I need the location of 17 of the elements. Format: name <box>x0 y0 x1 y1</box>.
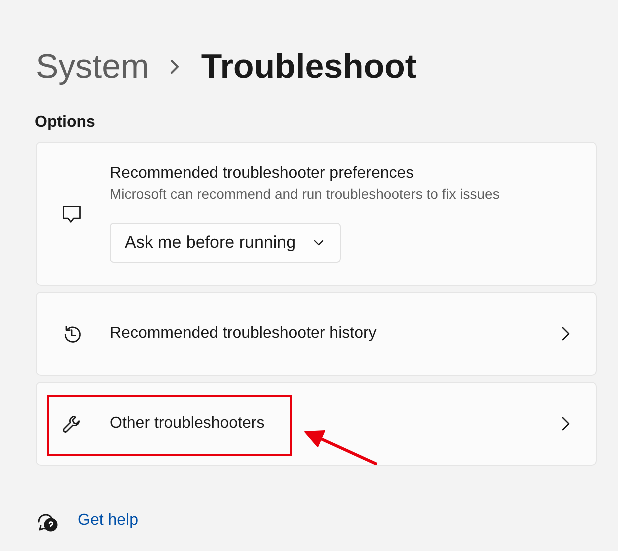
chevron-icon <box>562 417 570 431</box>
breadcrumb-item[interactable]: System <box>36 48 150 86</box>
wrench-icon <box>61 413 83 435</box>
help-link[interactable]: Get help <box>78 512 138 530</box>
caret-icon <box>314 240 324 246</box>
chevron-icon <box>169 60 182 74</box>
row-description: Microsoft can recommend and run troubleshooters to fix issues <box>110 186 500 202</box>
chevron-icon <box>562 327 570 341</box>
chat-bubble-icon <box>61 203 83 225</box>
section-heading: Options <box>35 114 96 132</box>
settings-row[interactable]: Recommended troubleshooter history <box>36 292 597 376</box>
dropdown[interactable]: Ask me before running <box>110 223 342 263</box>
row-title: Recommended troubleshooter history <box>110 325 377 343</box>
row-title: Other troubleshooters <box>110 415 265 433</box>
row-title: Recommended troubleshooter preferences <box>110 165 414 183</box>
settings-row[interactable]: Other troubleshooters <box>36 382 597 466</box>
breadcrumb-item: Troubleshoot <box>201 48 417 86</box>
